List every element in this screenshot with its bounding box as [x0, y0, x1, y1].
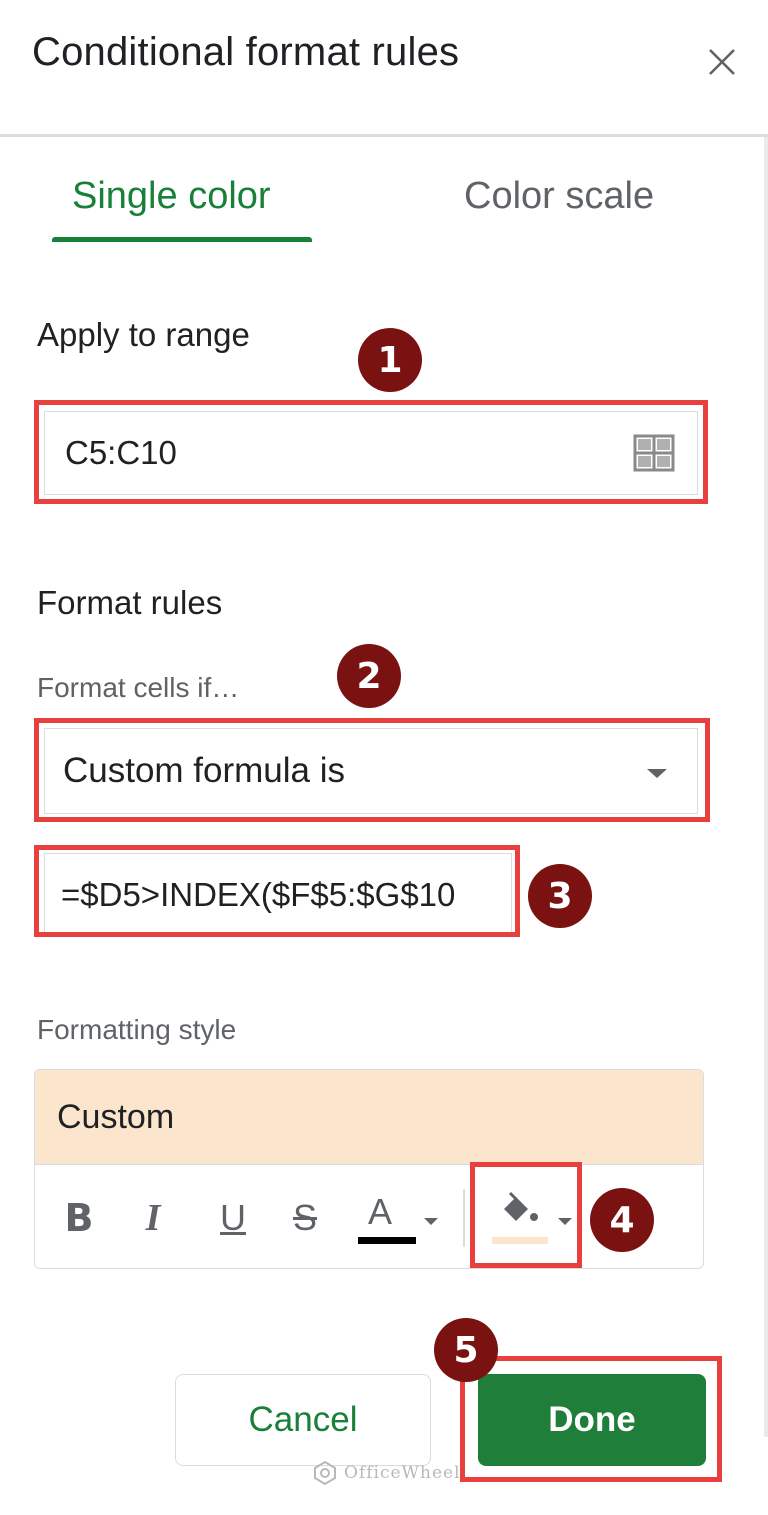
watermark-text: OfficeWheel — [344, 1463, 461, 1483]
text-color-icon: A — [358, 1191, 418, 1245]
text-color-button[interactable]: A — [353, 1191, 443, 1245]
style-preview-label: Custom — [57, 1097, 175, 1136]
highlight-frame-5 — [460, 1356, 722, 1482]
text-color-swatch — [358, 1237, 416, 1244]
style-preview[interactable]: Custom — [35, 1070, 703, 1164]
step-badge-5: 5 — [434, 1318, 498, 1382]
step-badge-3: 3 — [528, 864, 592, 928]
highlight-frame-3 — [34, 845, 520, 937]
highlight-frame-2 — [34, 718, 710, 822]
text-color-letter: A — [368, 1191, 393, 1232]
close-icon — [709, 49, 735, 75]
formatting-style-label: Formatting style — [37, 1014, 237, 1045]
highlight-frame-1 — [34, 400, 708, 504]
highlight-frame-4 — [470, 1162, 582, 1268]
tab-color-scale[interactable]: Color scale — [464, 175, 654, 218]
bold-button[interactable]: B — [57, 1191, 101, 1245]
format-cells-if-label: Format cells if… — [37, 672, 240, 703]
watermark-logo-icon — [314, 1460, 336, 1486]
watermark: OfficeWheel — [312, 1460, 461, 1486]
cancel-button[interactable]: Cancel — [175, 1374, 431, 1466]
format-rules-label: Format rules — [37, 584, 223, 621]
panel-title: Conditional format rules — [32, 30, 460, 74]
apply-to-range-label: Apply to range — [37, 316, 250, 353]
step-badge-2: 2 — [337, 644, 401, 708]
step-badge-1: 1 — [358, 328, 422, 392]
panel-edge — [764, 137, 768, 1437]
step-badge-4: 4 — [590, 1188, 654, 1252]
strikethrough-button[interactable]: S — [283, 1191, 327, 1245]
close-button[interactable] — [700, 40, 744, 84]
italic-button[interactable]: I — [131, 1191, 175, 1245]
tab-single-color[interactable]: Single color — [72, 175, 271, 218]
header-divider — [0, 134, 768, 137]
underline-button[interactable]: U — [211, 1191, 255, 1245]
active-tab-indicator — [52, 237, 312, 242]
toolbar-separator — [463, 1189, 465, 1247]
chevron-down-icon — [424, 1217, 438, 1225]
